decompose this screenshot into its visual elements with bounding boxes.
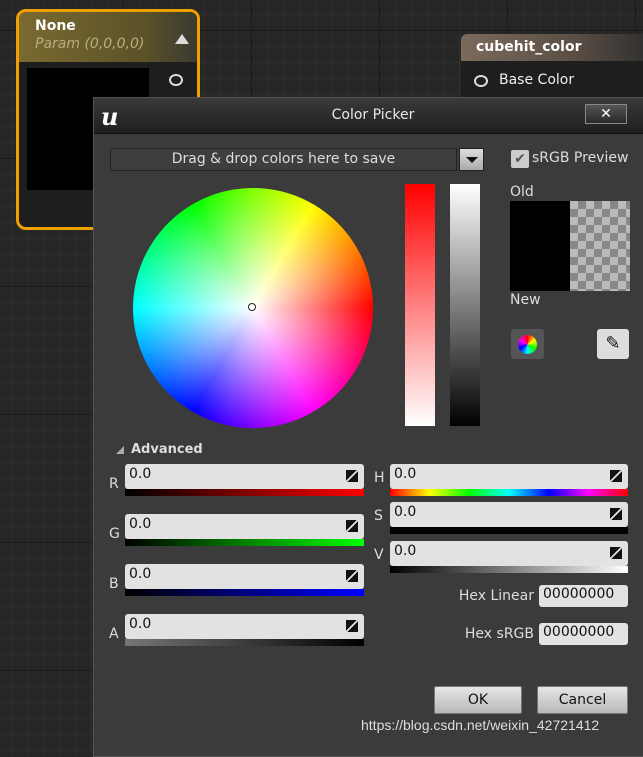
a-gradient	[125, 639, 364, 646]
output-pin-icon[interactable]	[169, 74, 183, 86]
hex-linear-field[interactable]: 00000000	[539, 585, 628, 607]
h-gradient	[390, 489, 628, 496]
r-field[interactable]: 0.0	[125, 464, 364, 489]
h-field[interactable]: 0.0	[390, 464, 628, 489]
material-node[interactable]: cubehit_color Base Color	[461, 34, 643, 104]
spin-icon	[610, 470, 622, 482]
spin-icon	[610, 508, 622, 520]
spin-icon	[610, 547, 622, 559]
base-color-pin-label: Base Color	[499, 72, 575, 88]
b-gradient	[125, 589, 364, 596]
s-label: S	[374, 508, 383, 524]
s-field[interactable]: 0.0	[390, 502, 628, 527]
a-field[interactable]: 0.0	[125, 614, 364, 639]
v-gradient	[390, 566, 628, 573]
material-node-title: cubehit_color	[461, 34, 643, 61]
title-bar[interactable]: u Color Picker ✕	[94, 98, 643, 134]
ok-button[interactable]: OK	[434, 686, 522, 714]
g-gradient	[125, 539, 364, 546]
srgb-preview-checkbox[interactable]: ✔	[511, 150, 529, 168]
h-label: H	[374, 470, 385, 486]
v-field[interactable]: 0.0	[390, 541, 628, 566]
cancel-button[interactable]: Cancel	[537, 686, 628, 714]
watermark: https://blog.csdn.net/weixin_42721412	[361, 717, 600, 733]
wheel-selector[interactable]	[248, 303, 256, 311]
saturation-slider[interactable]	[405, 184, 435, 426]
color-wheel-mode-button[interactable]	[511, 329, 544, 359]
color-picker-dialog: u Color Picker ✕ Drag & drop colors here…	[93, 97, 643, 757]
hex-srgb-label: Hex sRGB	[464, 626, 534, 642]
value-slider[interactable]	[450, 184, 480, 426]
eyedropper-button[interactable]: ✎	[597, 329, 629, 359]
r-gradient	[125, 489, 364, 496]
old-color-swatch	[510, 201, 570, 291]
saved-colors-dropdown[interactable]	[459, 148, 484, 171]
new-color-alpha-swatch	[570, 201, 630, 291]
v-label: V	[374, 547, 384, 563]
g-value: 0.0	[129, 516, 152, 532]
saved-colors-bar[interactable]: Drag & drop colors here to save	[110, 148, 457, 171]
param-node-subtitle: Param (0,0,0,0)	[35, 36, 145, 52]
g-field[interactable]: 0.0	[125, 514, 364, 539]
s-value: 0.0	[394, 504, 417, 520]
h-value: 0.0	[394, 466, 417, 482]
hex-linear-label: Hex Linear	[458, 588, 534, 604]
b-label: B	[109, 576, 119, 592]
collapse-arrow-icon[interactable]	[175, 34, 189, 44]
s-gradient	[390, 527, 628, 534]
param-node-title: None	[35, 18, 76, 34]
expand-triangle-icon[interactable]	[116, 446, 124, 454]
spin-icon	[346, 470, 358, 482]
param-node-header: None Param (0,0,0,0)	[19, 12, 197, 62]
eyedropper-icon: ✎	[605, 333, 621, 354]
spin-icon	[346, 520, 358, 532]
b-value: 0.0	[129, 566, 152, 582]
hex-srgb-field[interactable]: 00000000	[539, 623, 628, 645]
advanced-label[interactable]: Advanced	[131, 442, 203, 457]
base-color-pin-icon[interactable]	[474, 75, 488, 87]
r-label: R	[109, 476, 119, 492]
close-button[interactable]: ✕	[585, 104, 627, 124]
spin-icon	[346, 620, 358, 632]
spin-icon	[346, 570, 358, 582]
dialog-title: Color Picker	[331, 107, 415, 123]
old-label: Old	[510, 184, 534, 200]
a-value: 0.0	[129, 616, 152, 632]
b-field[interactable]: 0.0	[125, 564, 364, 589]
chevron-down-icon	[466, 157, 478, 163]
r-value: 0.0	[129, 466, 152, 482]
srgb-preview-label: sRGB Preview	[532, 150, 629, 166]
a-label: A	[109, 626, 119, 642]
color-wheel-icon	[518, 335, 537, 354]
g-label: G	[109, 526, 120, 542]
color-wheel[interactable]	[133, 188, 373, 428]
new-label: New	[510, 292, 541, 308]
v-value: 0.0	[394, 543, 417, 559]
